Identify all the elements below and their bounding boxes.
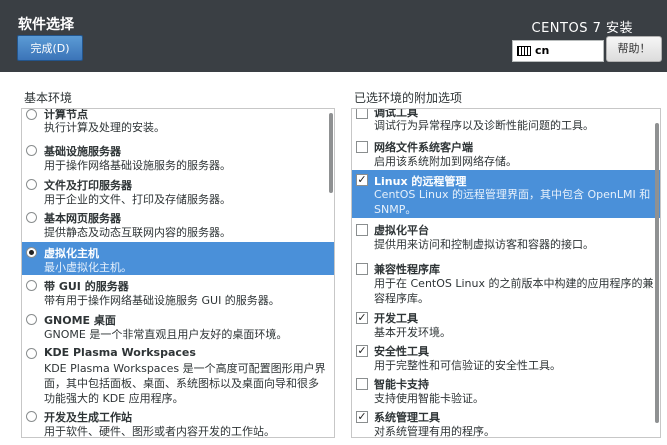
keyboard-layout-indicator[interactable]: cn (512, 40, 604, 62)
checkbox[interactable] (356, 141, 368, 153)
list-item-selected[interactable]: 虚拟化主机 最小虚拟化主机。 (22, 242, 334, 275)
scrollbar[interactable] (655, 123, 659, 423)
item-desc: 支持使用智能卡验证。 (374, 392, 484, 405)
item-name: 智能卡支持 (374, 378, 429, 391)
item-name: 安全性工具 (374, 345, 429, 358)
list-item[interactable]: 基本网页服务器 提供静态及动态互联网内容的服务器。 (22, 208, 334, 240)
item-desc: KDE Plasma Workspaces 是一个高度可配置图形用户界面，其中包… (44, 362, 326, 405)
item-desc: 用于企业的文件、打印及存储服务器。 (44, 193, 231, 206)
list-item[interactable]: GNOME 桌面 GNOME 是一个非常直观且用户友好的桌面环境。 (22, 310, 334, 342)
checkbox-checked[interactable]: ✓ (356, 411, 368, 423)
item-desc: 最小虚拟化主机。 (44, 261, 132, 274)
item-name: 基本网页服务器 (44, 212, 121, 225)
item-name: 带 GUI 的服务器 (44, 280, 129, 293)
checkbox[interactable] (356, 263, 368, 275)
item-desc: 对系统管理有用的程序。 (374, 425, 495, 438)
checkbox[interactable] (356, 109, 368, 119)
list-item[interactable]: 智能卡支持 支持使用智能卡验证。 (352, 374, 660, 406)
list-item[interactable]: ✓ 系统管理工具 对系统管理有用的程序。 (352, 407, 660, 438)
help-button[interactable]: 帮助！ (606, 36, 662, 62)
radio-button-checked[interactable] (26, 247, 37, 258)
scrollbar[interactable] (329, 113, 333, 193)
item-desc: 执行计算及处理的安装。 (44, 121, 165, 134)
item-name: 系统管理工具 (374, 411, 440, 424)
keyboard-icon (517, 46, 531, 56)
addons-list[interactable]: 调试工具 调试行为异常程序以及诊断性能问题的工具。 网络文件系统客户端 启用该系… (351, 108, 661, 438)
list-item[interactable]: KDE Plasma Workspaces KDE Plasma Workspa… (22, 344, 334, 406)
list-item[interactable]: 带 GUI 的服务器 带有用于操作网络基础设施服务 GUI 的服务器。 (22, 276, 334, 308)
list-item[interactable]: 开发及生成工作站 用于软件、硬件、图形或者内容开发的工作站。 (22, 407, 334, 438)
radio-button[interactable] (26, 314, 37, 325)
item-name: KDE Plasma Workspaces (44, 346, 196, 359)
checkbox-checked[interactable]: ✓ (356, 174, 368, 186)
product-title: CENTOS 7 安装 (531, 21, 633, 36)
item-desc: GNOME 是一个非常直观且用户友好的桌面环境。 (44, 328, 288, 341)
list-item-selected[interactable]: ✓ Linux 的远程管理 CentOS Linux 的远程管理界面，其中包含 … (352, 170, 660, 218)
list-item[interactable]: 调试工具 调试行为异常程序以及诊断性能问题的工具。 (352, 109, 660, 135)
item-desc: CentOS Linux 的远程管理界面，其中包含 OpenLMI 和 SNMP… (374, 188, 651, 216)
item-desc: 提供用来访问和控制虚拟访客和容器的接口。 (374, 238, 594, 251)
item-desc: 带有用于操作网络基础设施服务 GUI 的服务器。 (44, 294, 280, 307)
item-name: 开发及生成工作站 (44, 411, 132, 424)
base-environment-list[interactable]: 计算节点 执行计算及处理的安装。 基础设施服务器 用于操作网络基础设施服务的服务… (21, 108, 335, 438)
checkbox-checked[interactable]: ✓ (356, 312, 368, 324)
item-desc: 用于在 CentOS Linux 的之前版本中构建的应用程序的兼容程序库。 (374, 277, 654, 305)
keyboard-layout-label: cn (535, 44, 550, 57)
list-item[interactable]: 基础设施服务器 用于操作网络基础设施服务的服务器。 (22, 141, 334, 173)
done-button[interactable]: 完成(D) (17, 35, 83, 61)
radio-button[interactable] (26, 280, 37, 291)
item-name: 网络文件系统客户端 (374, 141, 473, 154)
item-name: 文件及打印服务器 (44, 179, 132, 192)
radio-button[interactable] (26, 212, 37, 223)
item-desc: 用于操作网络基础设施服务的服务器。 (44, 159, 231, 172)
item-desc: 用于完整性和可信验证的安全性工具。 (374, 359, 561, 372)
list-item[interactable]: 计算节点 执行计算及处理的安装。 (22, 109, 334, 137)
radio-button[interactable] (26, 109, 37, 120)
item-name: 兼容性程序库 (374, 263, 440, 276)
item-desc: 调试行为异常程序以及诊断性能问题的工具。 (374, 119, 594, 132)
item-desc: 基本开发环境。 (374, 326, 451, 339)
base-environment-heading: 基本环境 (24, 91, 73, 105)
item-desc: 提供静态及动态互联网内容的服务器。 (44, 226, 231, 239)
checkbox-checked[interactable]: ✓ (356, 345, 368, 357)
addons-heading: 已选环境的附加选项 (354, 91, 463, 105)
item-name: 虚拟化平台 (374, 224, 429, 237)
list-item[interactable]: 网络文件系统客户端 启用该系统附加到网络存储。 (352, 137, 660, 169)
item-name: 开发工具 (374, 312, 418, 325)
item-desc: 用于软件、硬件、图形或者内容开发的工作站。 (44, 425, 275, 438)
radio-button[interactable] (26, 348, 37, 359)
list-item[interactable]: 虚拟化平台 提供用来访问和控制虚拟访客和容器的接口。 (352, 220, 660, 252)
list-item[interactable]: 文件及打印服务器 用于企业的文件、打印及存储服务器。 (22, 175, 334, 207)
checkbox[interactable] (356, 378, 368, 390)
page-title: 软件选择 (18, 17, 74, 33)
list-item[interactable]: ✓ 开发工具 基本开发环境。 (352, 308, 660, 340)
item-name: 基础设施服务器 (44, 145, 121, 158)
item-name: GNOME 桌面 (44, 314, 116, 327)
item-name: 虚拟化主机 (44, 247, 99, 260)
list-item[interactable]: ✓ 安全性工具 用于完整性和可信验证的安全性工具。 (352, 341, 660, 373)
header-bar: 软件选择 完成(D) CENTOS 7 安装 cn 帮助！ (0, 0, 667, 72)
radio-button[interactable] (26, 145, 37, 156)
list-item[interactable]: 兼容性程序库 用于在 CentOS Linux 的之前版本中构建的应用程序的兼容… (352, 259, 660, 307)
radio-button[interactable] (26, 179, 37, 190)
item-desc: 启用该系统附加到网络存储。 (374, 155, 517, 168)
checkbox[interactable] (356, 224, 368, 236)
radio-button[interactable] (26, 411, 37, 422)
